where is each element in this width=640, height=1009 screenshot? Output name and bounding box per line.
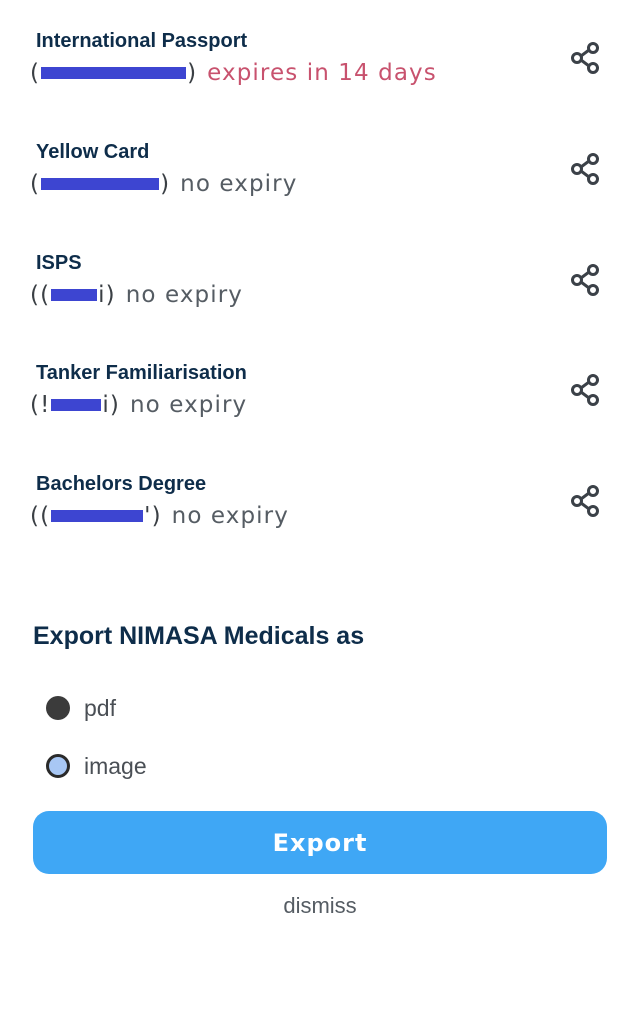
export-button[interactable]: Export xyxy=(33,811,607,874)
share-button[interactable] xyxy=(566,370,606,410)
document-row-yellow-card: Yellow Card ( ) no expiry xyxy=(30,141,616,211)
expiry-status: expires in 14 days xyxy=(207,60,437,86)
document-title: ISPS xyxy=(36,252,82,274)
document-subtitle: (! i) no expiry xyxy=(30,392,247,418)
document-row-passport: International Passport ( ) expires in 14… xyxy=(30,30,616,100)
radio-label: pdf xyxy=(84,694,116,721)
id-close: ) xyxy=(160,171,171,197)
document-title: Bachelors Degree xyxy=(36,473,207,495)
expiry-status: no expiry xyxy=(180,171,298,197)
id-open: ( xyxy=(30,171,41,197)
id-close: ') xyxy=(144,503,162,529)
share-icon xyxy=(571,264,599,296)
redacted-id xyxy=(51,289,98,301)
radio-button-pdf[interactable] xyxy=(46,696,70,720)
expiry-status: no expiry xyxy=(129,392,248,418)
share-button[interactable] xyxy=(566,260,606,300)
share-icon xyxy=(571,485,599,517)
redacted-id xyxy=(41,178,160,190)
share-icon xyxy=(571,42,599,74)
radio-option-pdf[interactable]: pdf xyxy=(46,693,116,723)
document-title: Yellow Card xyxy=(36,141,150,163)
document-title: Tanker Familiarisation xyxy=(36,362,247,384)
share-icon xyxy=(571,153,599,185)
radio-option-image[interactable]: image xyxy=(46,751,147,781)
id-close: i) xyxy=(98,282,116,308)
export-heading: Export NIMASA Medicals as xyxy=(33,622,365,650)
id-close: i) xyxy=(102,392,120,418)
redacted-id xyxy=(51,399,102,411)
share-button[interactable] xyxy=(566,481,606,521)
share-button[interactable] xyxy=(566,149,606,189)
id-open: (( xyxy=(30,503,51,529)
document-row-isps: ISPS (( i) no expiry xyxy=(30,252,616,322)
document-row-bachelors: Bachelors Degree (( ') no expiry xyxy=(30,473,616,543)
id-close: ) xyxy=(187,60,198,86)
id-open: ( xyxy=(30,60,41,86)
share-button[interactable] xyxy=(566,38,606,78)
share-icon xyxy=(571,374,599,406)
document-title: International Passport xyxy=(36,30,248,52)
document-subtitle: (( ') no expiry xyxy=(30,503,289,529)
expiry-status: no expiry xyxy=(125,282,244,308)
id-open: (( xyxy=(30,282,51,308)
document-row-tanker: Tanker Familiarisation (! i) no expiry xyxy=(30,362,616,432)
expiry-status: no expiry xyxy=(171,503,289,529)
document-subtitle: (( i) no expiry xyxy=(30,282,243,308)
radio-button-image[interactable] xyxy=(46,754,70,778)
document-subtitle: ( ) expires in 14 days xyxy=(30,60,437,86)
id-open: (! xyxy=(30,392,51,418)
document-subtitle: ( ) no expiry xyxy=(30,171,297,197)
radio-label: image xyxy=(84,752,147,779)
redacted-id xyxy=(51,510,144,522)
dismiss-link[interactable]: dismiss xyxy=(0,893,640,919)
redacted-id xyxy=(41,67,187,79)
